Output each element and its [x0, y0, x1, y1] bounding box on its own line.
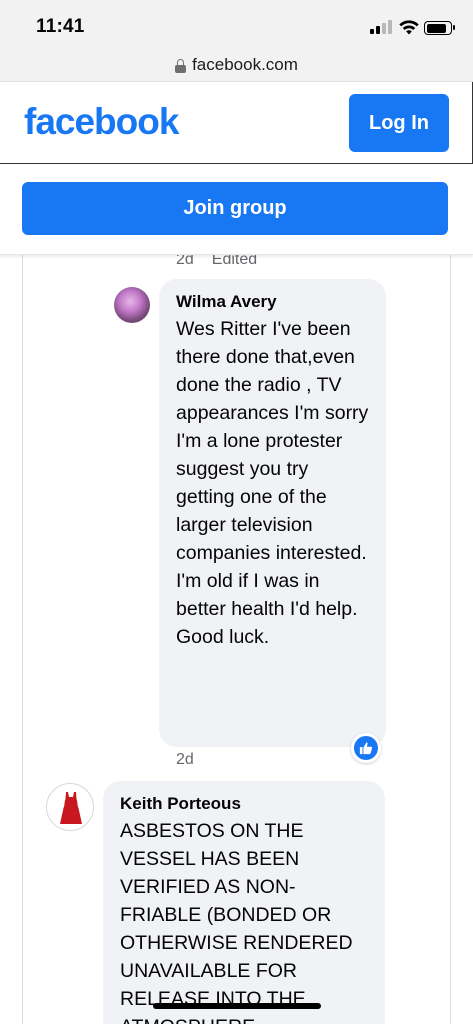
comment-author[interactable]: Keith Porteous: [120, 793, 371, 815]
login-button[interactable]: Log In: [349, 94, 449, 152]
wifi-icon: [399, 20, 419, 35]
facebook-logo[interactable]: facebook: [24, 101, 179, 143]
join-group-bar: Join group: [0, 165, 473, 255]
feed-divider: [22, 255, 23, 1024]
comment-meta: 2d: [176, 751, 194, 769]
comment-bubble: Keith Porteous ASBESTOS ON THE VESSEL HA…: [103, 781, 385, 1024]
comment-time[interactable]: 2d: [176, 255, 194, 268]
browser-url-bar[interactable]: facebook.com: [0, 48, 473, 82]
avatar[interactable]: [114, 287, 150, 323]
facebook-header: facebook Log In: [0, 82, 473, 164]
url-text: facebook.com: [192, 54, 298, 74]
avatar[interactable]: [46, 783, 94, 831]
lock-icon: [175, 58, 187, 73]
battery-icon: [424, 21, 455, 35]
comment-bubble: Wilma Avery Wes Ritter I've been there d…: [159, 279, 386, 747]
comment-text: Wes Ritter I've been there done that,eve…: [176, 318, 369, 648]
join-group-button[interactable]: Join group: [22, 182, 448, 235]
comment-author[interactable]: Wilma Avery: [176, 291, 370, 313]
comment-text: ASBESTOS ON THE VESSEL HAS BEEN VERIFIED…: [120, 820, 353, 1024]
home-indicator[interactable]: [153, 1003, 321, 1009]
comment-edited-label: Edited: [211, 255, 258, 268]
comments-feed[interactable]: 2d Edited Wilma Avery Wes Ritter I've bee…: [0, 255, 473, 1024]
red-dress-avatar-icon: [60, 792, 82, 824]
like-reaction-icon[interactable]: [351, 733, 381, 763]
cellular-signal-icon: [370, 20, 392, 34]
status-bar: 11:41: [0, 0, 473, 48]
status-time: 11:41: [36, 16, 85, 37]
comment-time[interactable]: 2d: [176, 751, 194, 768]
feed-divider: [450, 255, 451, 1024]
comment-meta: 2d Edited: [176, 255, 257, 269]
